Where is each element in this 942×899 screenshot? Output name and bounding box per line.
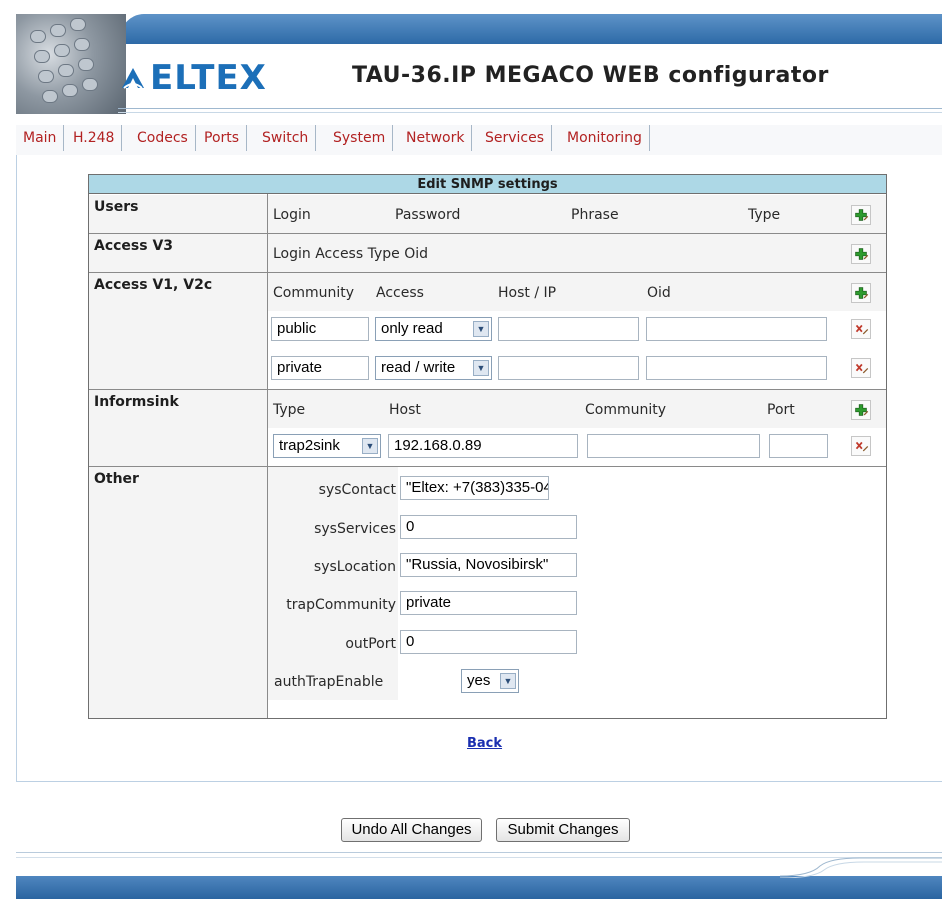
syslocation-label: sysLocation bbox=[313, 559, 396, 575]
chevron-down-icon: ▼ bbox=[473, 321, 489, 337]
eltex-logo-icon bbox=[122, 68, 144, 89]
chevron-down-icon: ▼ bbox=[473, 360, 489, 376]
users-col-type: Type bbox=[748, 207, 781, 223]
access-select-value: only read bbox=[381, 320, 443, 337]
chevron-down-icon: ▼ bbox=[500, 673, 516, 689]
nav-monitoring[interactable]: Monitoring bbox=[560, 125, 650, 151]
undo-all-changes-button[interactable]: Undo All Changes bbox=[341, 818, 482, 842]
nav-system[interactable]: System bbox=[326, 125, 394, 151]
sysservices-input[interactable]: 0 bbox=[400, 515, 577, 539]
row-divider bbox=[89, 389, 886, 390]
row-divider bbox=[89, 466, 886, 467]
brand-logo-text: ELTEX bbox=[150, 58, 267, 98]
header-bar bbox=[118, 14, 942, 44]
submit-changes-button[interactable]: Submit Changes bbox=[496, 818, 630, 842]
community-input[interactable]: private bbox=[271, 356, 369, 380]
informsink-col-host: Host bbox=[389, 402, 421, 418]
footer-curve bbox=[780, 857, 942, 878]
users-label: Users bbox=[94, 199, 139, 215]
users-col-password: Password bbox=[395, 207, 461, 223]
main-nav: Main H.248 Codecs Ports Switch System Ne… bbox=[16, 125, 942, 155]
sink-community-input[interactable] bbox=[587, 434, 760, 458]
informsink-col-type: Type bbox=[273, 402, 306, 418]
delete-informsink-icon[interactable] bbox=[851, 436, 871, 456]
access-select[interactable]: read / write ▼ bbox=[375, 356, 492, 380]
other-fieldlabel-bg bbox=[268, 467, 398, 700]
add-informsink-icon[interactable] bbox=[851, 400, 871, 420]
access-select[interactable]: only read ▼ bbox=[375, 317, 492, 341]
header-divider bbox=[118, 112, 942, 113]
informsink-col-community: Community bbox=[585, 402, 667, 418]
access-v3-label: Access V3 bbox=[94, 238, 174, 254]
add-user-icon[interactable] bbox=[851, 205, 871, 225]
delete-community-icon[interactable] bbox=[851, 358, 871, 378]
access-col-access: Access bbox=[376, 285, 424, 301]
authtrapenable-value: yes bbox=[467, 672, 491, 689]
other-label-bg bbox=[89, 467, 267, 718]
oid-input[interactable] bbox=[646, 356, 827, 380]
access-col-host: Host / IP bbox=[498, 285, 557, 301]
outport-label: outPort bbox=[345, 636, 396, 652]
nav-services[interactable]: Services bbox=[478, 125, 553, 151]
host-ip-input[interactable] bbox=[498, 317, 639, 341]
header-keypad-photo bbox=[16, 14, 126, 114]
access-v3-headers: Login Access Type Oid bbox=[273, 246, 428, 262]
informsink-col-port: Port bbox=[767, 402, 795, 418]
add-community-icon[interactable] bbox=[851, 283, 871, 303]
nav-h248[interactable]: H.248 bbox=[66, 125, 123, 151]
header-divider bbox=[118, 108, 942, 109]
trapcommunity-label: trapCommunity bbox=[286, 597, 396, 613]
access-select-value: read / write bbox=[381, 359, 456, 376]
sink-type-value: trap2sink bbox=[279, 437, 340, 454]
nav-switch[interactable]: Switch bbox=[255, 125, 317, 151]
trapcommunity-input[interactable]: private bbox=[400, 591, 577, 615]
nav-network[interactable]: Network bbox=[399, 125, 473, 151]
nav-ports[interactable]: Ports bbox=[197, 125, 248, 151]
chevron-down-icon: ▼ bbox=[362, 438, 378, 454]
sysservices-label: sysServices bbox=[314, 521, 396, 537]
users-col-phrase: Phrase bbox=[571, 207, 619, 223]
informsink-label: Informsink bbox=[94, 394, 179, 410]
access-v1v2c-label: Access V1, V2c bbox=[94, 277, 213, 293]
add-access-v3-icon[interactable] bbox=[851, 244, 871, 264]
table-title: Edit SNMP settings bbox=[88, 174, 887, 194]
authtrapenable-select[interactable]: yes ▼ bbox=[461, 669, 519, 693]
syscontact-label: sysContact bbox=[318, 482, 396, 498]
nav-codecs[interactable]: Codecs bbox=[130, 125, 196, 151]
syslocation-input[interactable]: "Russia, Novosibirsk" bbox=[400, 553, 577, 577]
outport-input[interactable]: 0 bbox=[400, 630, 577, 654]
users-col-login: Login bbox=[273, 207, 311, 223]
host-ip-input[interactable] bbox=[498, 356, 639, 380]
footer-bar bbox=[16, 876, 942, 899]
app-title: TAU-36.IP MEGACO WEB configurator bbox=[352, 63, 829, 88]
back-link[interactable]: Back bbox=[467, 736, 502, 751]
nav-main[interactable]: Main bbox=[16, 125, 65, 151]
footer-divider bbox=[16, 852, 942, 853]
authtrapenable-label: authTrapEnable bbox=[274, 674, 384, 690]
delete-community-icon[interactable] bbox=[851, 319, 871, 339]
access-col-community: Community bbox=[273, 285, 355, 301]
sink-type-select[interactable]: trap2sink ▼ bbox=[273, 434, 381, 458]
community-input[interactable]: public bbox=[271, 317, 369, 341]
row-divider bbox=[89, 272, 886, 273]
row-divider bbox=[89, 233, 886, 234]
sink-host-input[interactable]: 192.168.0.89 bbox=[388, 434, 578, 458]
other-label: Other bbox=[94, 471, 139, 487]
sink-port-input[interactable] bbox=[769, 434, 828, 458]
access-v1-header-bg bbox=[268, 273, 886, 311]
access-col-oid: Oid bbox=[647, 285, 671, 301]
syscontact-input[interactable]: "Eltex: +7(383)335-04 bbox=[400, 476, 549, 500]
oid-input[interactable] bbox=[646, 317, 827, 341]
